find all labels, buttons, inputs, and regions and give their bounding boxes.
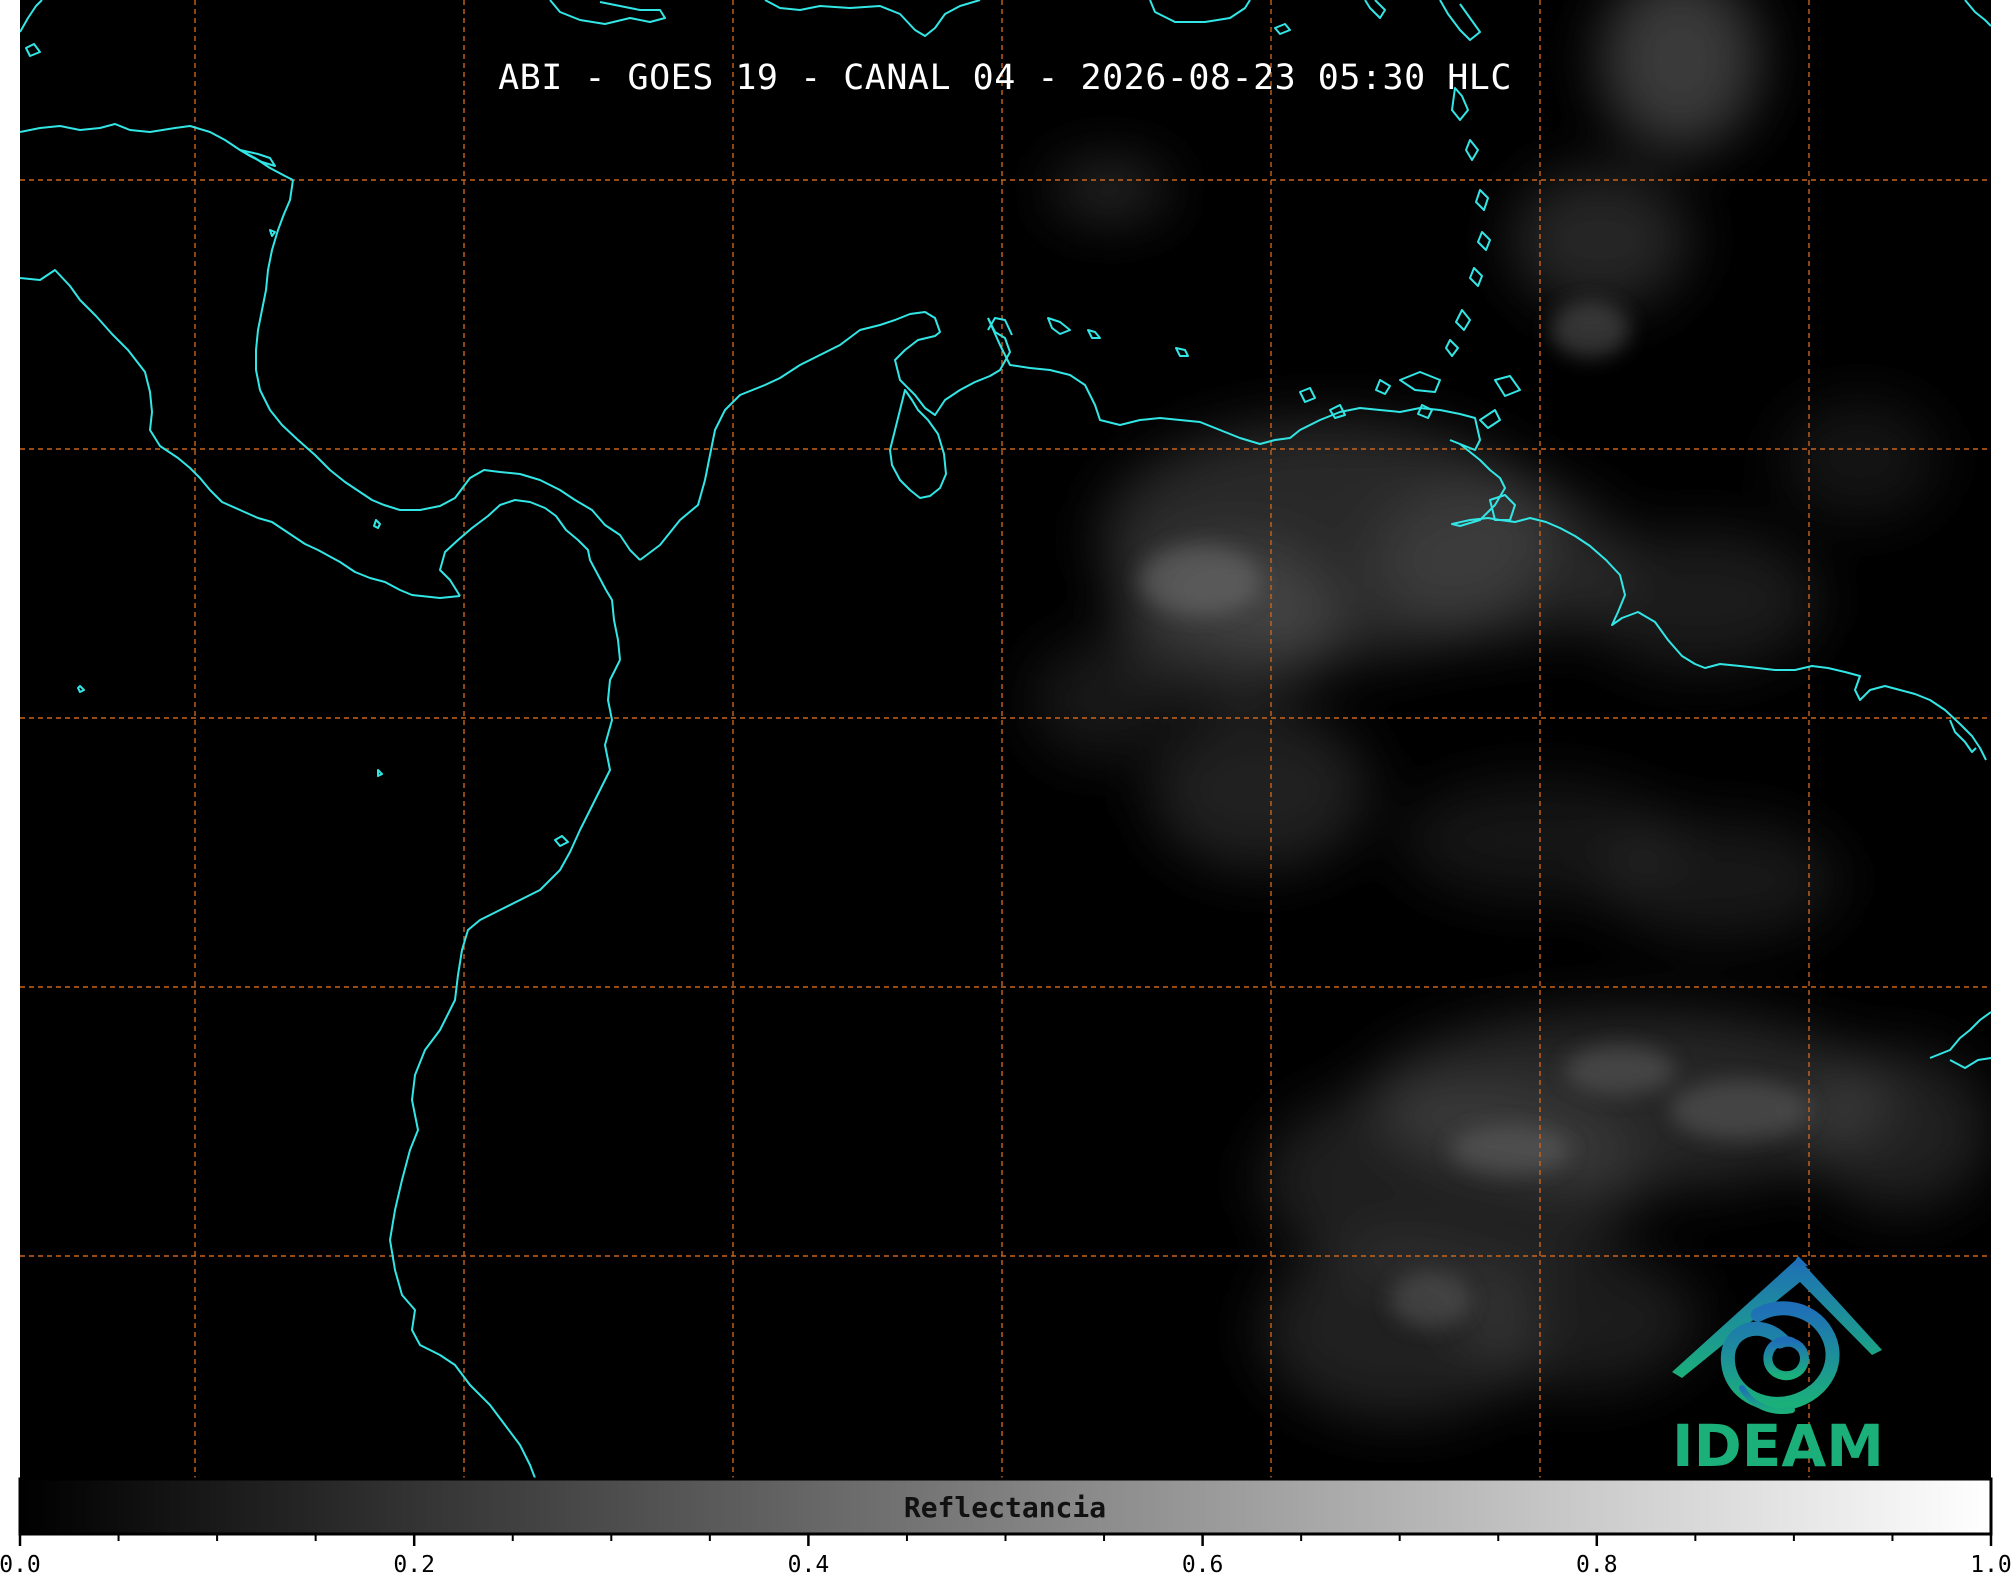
colorbar: Reflectancia 0.0 0.2 0.4 0.6 0.8 1.0	[0, 1477, 2011, 1577]
colorbar-ticks	[18, 1534, 1993, 1546]
map-title: ABI - GOES 19 - CANAL 04 - 2026-08-23 05…	[498, 58, 1512, 98]
colorbar-tick-label: 0.6	[1182, 1552, 1224, 1577]
ideam-logo-text: IDEAM	[1672, 1412, 1884, 1480]
colorbar-tick-label: 0.4	[788, 1552, 830, 1577]
colorbar-tick-label: 0.2	[393, 1552, 435, 1577]
satellite-image-view: ABI - GOES 19 - CANAL 04 - 2026-08-23 05…	[0, 0, 2011, 1577]
colorbar-tick-label: 1.0	[1970, 1552, 2011, 1577]
satellite-map: ABI - GOES 19 - CANAL 04 - 2026-08-23 05…	[0, 0, 2011, 1577]
colorbar-tick-label: 0.8	[1576, 1552, 1618, 1577]
colorbar-tick-label: 0.0	[0, 1552, 41, 1577]
colorbar-tick-labels: 0.0 0.2 0.4 0.6 0.8 1.0	[0, 1552, 2011, 1577]
colorbar-label: Reflectancia	[904, 1491, 1106, 1524]
